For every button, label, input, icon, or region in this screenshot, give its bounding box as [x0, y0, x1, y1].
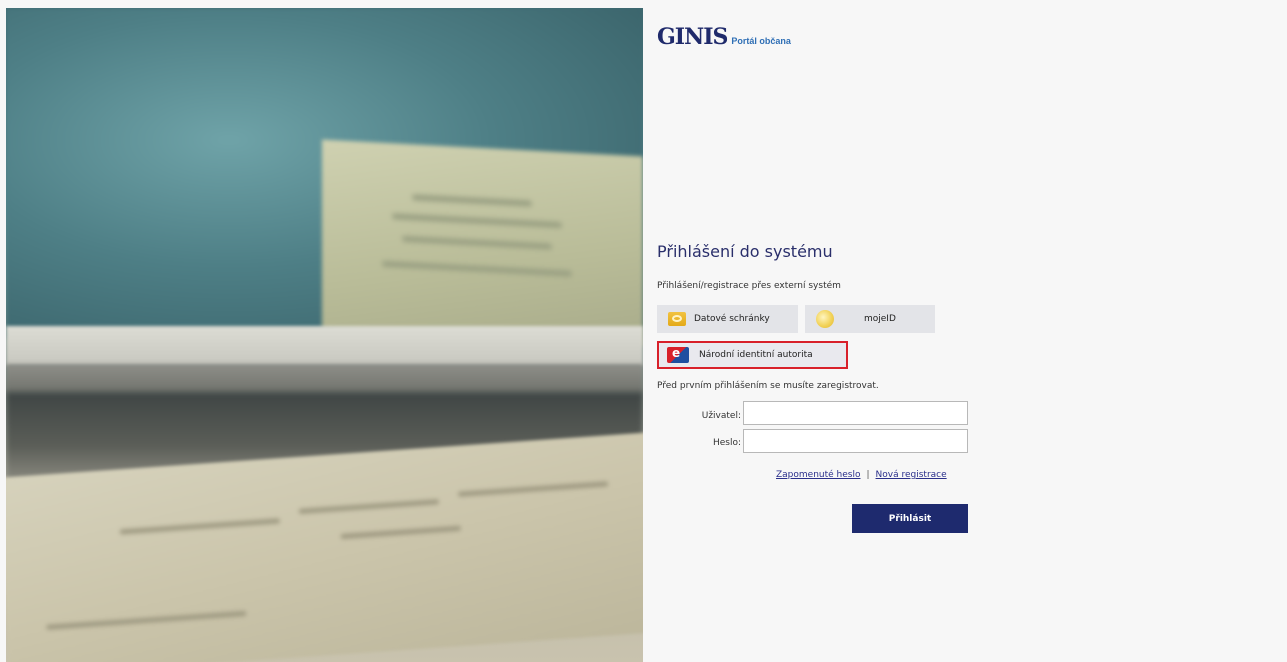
- password-label: Heslo:: [712, 438, 741, 448]
- user-input[interactable]: [743, 401, 968, 425]
- photo-detail: [119, 518, 280, 535]
- photo-detail: [6, 326, 643, 366]
- new-registration-link[interactable]: Nová registrace: [876, 470, 947, 480]
- datove-schranky-icon: [668, 312, 686, 326]
- forgot-password-link[interactable]: Zapomenuté heslo: [776, 470, 860, 480]
- mojeid-label: mojeID: [864, 314, 896, 324]
- photo-detail: [6, 364, 643, 394]
- photo-detail: [412, 194, 532, 207]
- nia-button[interactable]: Národní identitní autorita: [657, 341, 848, 369]
- mojeid-icon: [816, 310, 834, 328]
- account-links: Zapomenuté heslo | Nová registrace: [776, 470, 947, 480]
- background-photo: [6, 8, 643, 662]
- login-panel: GINIS Portál občana Přihlášení do systém…: [643, 8, 1287, 662]
- link-separator: |: [866, 470, 870, 480]
- ginis-logo: GINIS Portál občana: [657, 24, 791, 50]
- user-label: Uživatel:: [701, 411, 741, 421]
- photo-detail: [402, 235, 552, 250]
- logo-mark: GINIS: [657, 24, 728, 50]
- datove-schranky-label: Datové schránky: [694, 314, 770, 324]
- mojeid-button[interactable]: mojeID: [805, 305, 935, 333]
- nia-label: Národní identitní autorita: [699, 350, 813, 360]
- nia-icon: [667, 346, 689, 363]
- photo-detail: [340, 525, 461, 540]
- login-button[interactable]: Přihlásit: [852, 504, 968, 533]
- password-input[interactable]: [743, 429, 968, 453]
- logo-subtitle: Portál občana: [731, 36, 791, 46]
- photo-detail: [382, 260, 572, 277]
- login-page: GINIS Portál občana Přihlášení do systém…: [0, 0, 1287, 662]
- registration-note: Před prvním přihlášením se musíte zaregi…: [657, 381, 879, 391]
- photo-card: [322, 139, 643, 347]
- external-login-label: Přihlášení/registrace přes externí systé…: [657, 281, 841, 291]
- login-title: Přihlášení do systému: [657, 242, 833, 261]
- photo-detail: [46, 610, 247, 630]
- photo-detail: [458, 481, 609, 497]
- photo-detail: [392, 213, 562, 229]
- datove-schranky-button[interactable]: Datové schránky: [657, 305, 798, 333]
- photo-detail: [298, 499, 439, 514]
